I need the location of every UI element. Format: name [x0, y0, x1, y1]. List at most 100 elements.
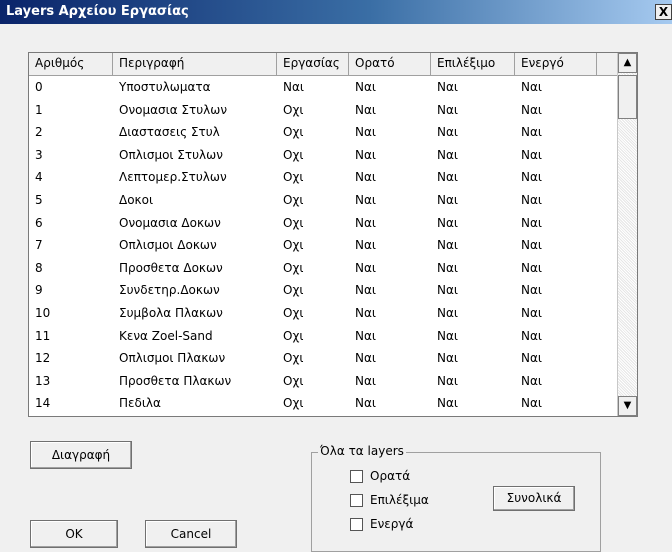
cell-selectable: Ναι [437, 170, 458, 185]
cell-selectable: Ναι [437, 147, 458, 162]
all-layers-group: Όλα τα layers Ορατά Επιλέξιμα Ενεργά Συν… [311, 444, 601, 552]
cell-active: Ναι [521, 305, 542, 320]
cell-description: Δοκοι [119, 192, 154, 207]
cell-active: Ναι [521, 373, 542, 388]
cell-visible: Ναι [355, 192, 376, 207]
delete-button[interactable]: Διαγραφή [30, 441, 132, 469]
all-layers-legend: Όλα τα layers [318, 444, 406, 458]
visible-checkbox[interactable] [350, 470, 363, 483]
scroll-thumb[interactable] [618, 75, 637, 119]
column-header-description[interactable]: Περιγραφή [113, 53, 277, 75]
table-row[interactable]: 1 Ονομασια Στυλων Οχι Ναι Ναι Ναι [29, 99, 619, 122]
cell-number: 14 [35, 396, 51, 411]
vertical-scrollbar[interactable]: ▲ ▼ [617, 53, 637, 416]
cell-selectable: Ναι [437, 396, 458, 411]
layers-list[interactable]: Αριθμός Περιγραφή Εργασίας Ορατό Επιλέξι… [28, 52, 638, 417]
scroll-down-button[interactable]: ▼ [618, 396, 637, 416]
table-row[interactable]: 4 Λεπτομερ.Στυλων Οχι Ναι Ναι Ναι [29, 166, 619, 189]
cell-number: 1 [35, 102, 43, 117]
cell-selectable: Ναι [437, 305, 458, 320]
ok-button[interactable]: OK [30, 520, 118, 548]
cell-visible: Ναι [355, 80, 376, 94]
table-row[interactable]: 11 Κενα Zoel-Sand Οχι Ναι Ναι Ναι [29, 325, 619, 348]
cell-active: Ναι [521, 351, 542, 366]
cell-selectable: Ναι [437, 351, 458, 366]
cell-working: Ναι [283, 80, 304, 94]
table-row[interactable]: 13 Προσθετα Πλακων Οχι Ναι Ναι Ναι [29, 370, 619, 393]
cell-active: Ναι [521, 328, 542, 343]
cell-active: Ναι [521, 125, 542, 140]
column-header-visible[interactable]: Ορατό [349, 53, 431, 75]
cell-selectable: Ναι [437, 192, 458, 207]
column-header-number[interactable]: Αριθμός [29, 53, 113, 75]
cell-visible: Ναι [355, 170, 376, 185]
cell-active: Ναι [521, 238, 542, 253]
cell-selectable: Ναι [437, 238, 458, 253]
cell-working: Οχι [283, 260, 304, 275]
cell-number: 3 [35, 147, 43, 162]
cancel-button[interactable]: Cancel [145, 520, 237, 548]
column-header-active[interactable]: Ενεργό [515, 53, 597, 75]
cell-description: Οπλισμοι Στυλων [119, 147, 223, 162]
cell-working: Οχι [283, 351, 304, 366]
column-header-selectable[interactable]: Επιλέξιμο [431, 53, 515, 75]
cell-selectable: Ναι [437, 328, 458, 343]
selectable-checkbox[interactable] [350, 494, 363, 507]
column-header-working[interactable]: Εργασίας [277, 53, 349, 75]
cell-number: 12 [35, 351, 51, 366]
scroll-up-button[interactable]: ▲ [618, 53, 637, 73]
table-row[interactable]: 10 Συμβολα Πλακων Οχι Ναι Ναι Ναι [29, 302, 619, 325]
cell-description: Συμβολα Πλακων [119, 305, 223, 320]
active-checkbox[interactable] [350, 518, 363, 531]
list-rows: 0 Υποστυλωματα Ναι Ναι Ναι Ναι 1 Ονομασια Στυλω… [29, 76, 619, 415]
cell-number: 13 [35, 373, 51, 388]
table-row[interactable]: 8 Προσθετα Δοκων Οχι Ναι Ναι Ναι [29, 257, 619, 280]
table-row[interactable]: 9 Συνδετηρ.Δοκων Οχι Ναι Ναι Ναι [29, 279, 619, 302]
cell-working: Οχι [283, 147, 304, 162]
cell-working: Οχι [283, 305, 304, 320]
cell-selectable: Ναι [437, 215, 458, 230]
cell-visible: Ναι [355, 102, 376, 117]
cell-active: Ναι [521, 215, 542, 230]
cell-selectable: Ναι [437, 283, 458, 298]
cell-working: Οχι [283, 102, 304, 117]
cell-working: Οχι [283, 283, 304, 298]
cell-visible: Ναι [355, 351, 376, 366]
close-button[interactable]: X [655, 4, 672, 20]
table-row[interactable]: 12 Οπλισμοι Πλακων Οχι Ναι Ναι Ναι [29, 347, 619, 370]
list-header: Αριθμός Περιγραφή Εργασίας Ορατό Επιλέξι… [29, 53, 619, 76]
cell-number: 4 [35, 170, 43, 185]
cell-description: Οπλισμοι Πλακων [119, 351, 226, 366]
cell-visible: Ναι [355, 396, 376, 411]
cell-selectable: Ναι [437, 80, 458, 94]
table-row[interactable]: 14 Πεδιλα Οχι Ναι Ναι Ναι [29, 392, 619, 415]
cell-working: Οχι [283, 396, 304, 411]
cell-visible: Ναι [355, 147, 376, 162]
table-row[interactable]: 6 Ονομασια Δοκων Οχι Ναι Ναι Ναι [29, 212, 619, 235]
cell-working: Οχι [283, 238, 304, 253]
table-row[interactable]: 3 Οπλισμοι Στυλων Οχι Ναι Ναι Ναι [29, 144, 619, 167]
cell-working: Οχι [283, 373, 304, 388]
table-row[interactable]: 7 Οπλισμοι Δοκων Οχι Ναι Ναι Ναι [29, 234, 619, 257]
cell-description: Οπλισμοι Δοκων [119, 238, 217, 253]
cell-number: 2 [35, 125, 43, 140]
cell-number: 8 [35, 260, 43, 275]
cell-visible: Ναι [355, 283, 376, 298]
visible-checkbox-label: Ορατά [370, 469, 411, 483]
cell-number: 9 [35, 283, 43, 298]
cell-description: Λεπτομερ.Στυλων [119, 170, 227, 185]
active-checkbox-label: Ενεργά [370, 517, 414, 531]
cell-number: 7 [35, 238, 43, 253]
cell-description: Συνδετηρ.Δοκων [119, 283, 220, 298]
cell-description: Ονομασια Στυλων [119, 102, 228, 117]
table-row[interactable]: 5 Δοκοι Οχι Ναι Ναι Ναι [29, 189, 619, 212]
cell-visible: Ναι [355, 305, 376, 320]
table-row[interactable]: 2 Διαστασεις Στυλ Οχι Ναι Ναι Ναι [29, 121, 619, 144]
cell-active: Ναι [521, 260, 542, 275]
table-row[interactable]: 0 Υποστυλωματα Ναι Ναι Ναι Ναι [29, 76, 619, 99]
cell-working: Οχι [283, 170, 304, 185]
title-bar: Layers Αρχείου Εργασίας X [0, 0, 672, 24]
cell-active: Ναι [521, 192, 542, 207]
cell-visible: Ναι [355, 260, 376, 275]
totals-button[interactable]: Συνολικά [493, 486, 575, 511]
